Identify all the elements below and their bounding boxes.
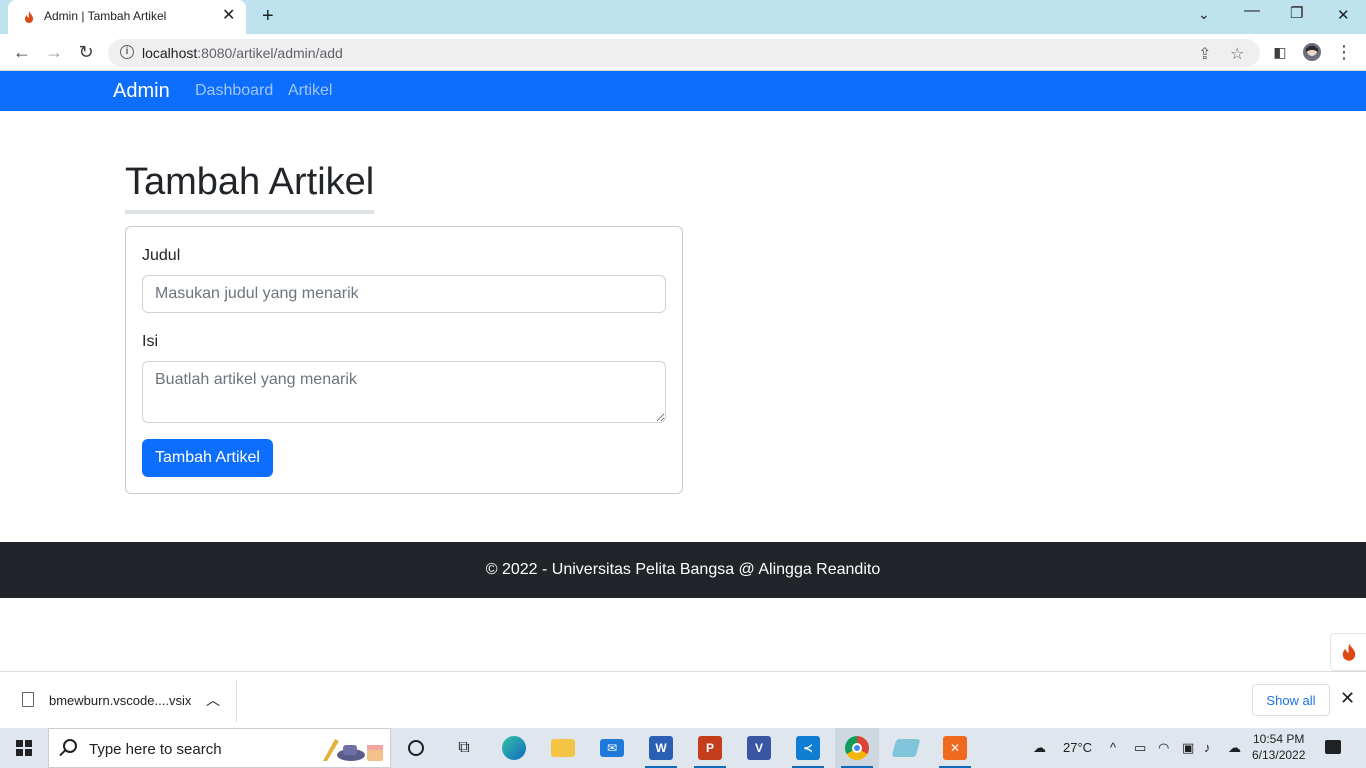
mail-icon[interactable]: ✉	[590, 728, 634, 768]
onedrive-icon[interactable]: ☁	[1228, 740, 1241, 756]
tab-title: Admin | Tambah Artikel	[44, 9, 167, 23]
taskbar: Type here to search ⧉ ✉ W P V ≺ ✕ ☁ 27°C…	[0, 728, 1366, 768]
edge-icon[interactable]	[492, 728, 536, 768]
search-icon	[63, 739, 77, 753]
url-text[interactable]: localhost:8080/artikel/admin/add	[142, 45, 343, 61]
word-icon[interactable]: W	[639, 728, 683, 768]
chrome-icon[interactable]	[835, 728, 879, 768]
clock-time: 10:54 PM	[1253, 732, 1305, 746]
address-bar[interactable]: i localhost:8080/artikel/admin/add ⇪ ☆	[108, 39, 1260, 67]
wifi-icon[interactable]: ◠	[1158, 740, 1169, 756]
browser-toolbar: ← → ↻ i localhost:8080/artikel/admin/add…	[0, 34, 1366, 71]
download-bar: bmewburn.vscode....vsix ︿ Show all ✕	[0, 671, 1366, 728]
browser-tab-strip: Admin | Tambah Artikel ✕ + ⌄ — ❐ ✕	[0, 0, 1366, 34]
divider	[236, 680, 237, 722]
close-window-icon[interactable]: ✕	[1337, 6, 1350, 24]
clock[interactable]: 10:54 PM 6/13/2022	[1252, 731, 1305, 763]
tray-chevron-up-icon[interactable]: ^	[1110, 740, 1116, 755]
taskbar-search[interactable]: Type here to search	[48, 728, 391, 768]
browser-tab[interactable]: Admin | Tambah Artikel ✕	[8, 0, 246, 34]
isi-textarea[interactable]	[142, 361, 666, 423]
judul-label: Judul	[142, 247, 181, 264]
flame-icon	[1342, 643, 1355, 661]
isi-label: Isi	[142, 333, 158, 350]
nav-link-artikel[interactable]: Artikel	[288, 82, 332, 100]
weather-temp[interactable]: 27°C	[1063, 740, 1092, 755]
reload-icon[interactable]: ↻	[76, 42, 96, 62]
battery-icon[interactable]: ▣	[1182, 740, 1194, 756]
volume-icon[interactable]: ♪	[1204, 740, 1211, 755]
notification-icon[interactable]	[1325, 740, 1341, 754]
menu-kebab-icon[interactable]: ⋮	[1334, 42, 1354, 62]
minimize-icon[interactable]: —	[1244, 2, 1260, 20]
forward-icon[interactable]: →	[44, 42, 64, 62]
add-article-form: Judul Isi Tambah Artikel	[125, 226, 683, 494]
flame-icon	[25, 11, 33, 23]
new-tab-icon[interactable]: +	[262, 6, 274, 26]
site-navbar: Admin Dashboard Artikel	[0, 71, 1366, 111]
debug-toolbar-toggle[interactable]	[1330, 633, 1366, 671]
clock-date: 6/13/2022	[1252, 748, 1306, 762]
close-icon[interactable]: ✕	[1340, 689, 1355, 707]
profile-avatar[interactable]	[1302, 42, 1322, 62]
windows-start-icon[interactable]	[16, 740, 32, 756]
search-placeholder: Type here to search	[89, 741, 222, 758]
visio-icon[interactable]: V	[737, 728, 781, 768]
site-footer: © 2022 - Universitas Pelita Bangsa @ Ali…	[0, 542, 1366, 598]
task-view-icon[interactable]: ⧉	[442, 728, 486, 768]
file-icon	[22, 692, 34, 707]
chevron-up-icon[interactable]: ︿	[206, 690, 220, 710]
bookmark-star-icon[interactable]: ☆	[1230, 44, 1244, 64]
navbar-brand[interactable]: Admin	[113, 80, 170, 103]
restore-icon[interactable]: ❐	[1290, 4, 1303, 22]
share-icon[interactable]: ⇪	[1198, 44, 1211, 64]
judul-input[interactable]	[142, 275, 666, 313]
weather-cloud-icon[interactable]: ☁	[1033, 740, 1046, 756]
notepad-icon[interactable]	[884, 728, 928, 768]
footer-text: © 2022 - Universitas Pelita Bangsa @ Ali…	[485, 561, 881, 578]
search-highlight-illustration	[323, 739, 383, 761]
tab-search-chevron-icon[interactable]: ⌄	[1198, 6, 1210, 23]
tambah-artikel-button[interactable]: Tambah Artikel	[142, 439, 273, 477]
download-item[interactable]: bmewburn.vscode....vsix	[49, 693, 191, 708]
powerpoint-icon[interactable]: P	[688, 728, 732, 768]
tab-close-icon[interactable]: ✕	[222, 8, 235, 24]
file-explorer-icon[interactable]	[541, 728, 585, 768]
meet-now-icon[interactable]: ▭	[1134, 740, 1146, 756]
xampp-icon[interactable]: ✕	[933, 728, 977, 768]
vscode-icon[interactable]: ≺	[786, 728, 830, 768]
show-all-button[interactable]: Show all	[1252, 684, 1330, 716]
back-icon[interactable]: ←	[12, 42, 32, 62]
nav-link-dashboard[interactable]: Dashboard	[195, 82, 273, 100]
side-panel-icon[interactable]: ◧	[1270, 42, 1290, 62]
site-info-icon[interactable]: i	[120, 45, 134, 59]
page-title: Tambah Artikel	[125, 161, 375, 214]
cortana-icon[interactable]	[394, 728, 438, 768]
